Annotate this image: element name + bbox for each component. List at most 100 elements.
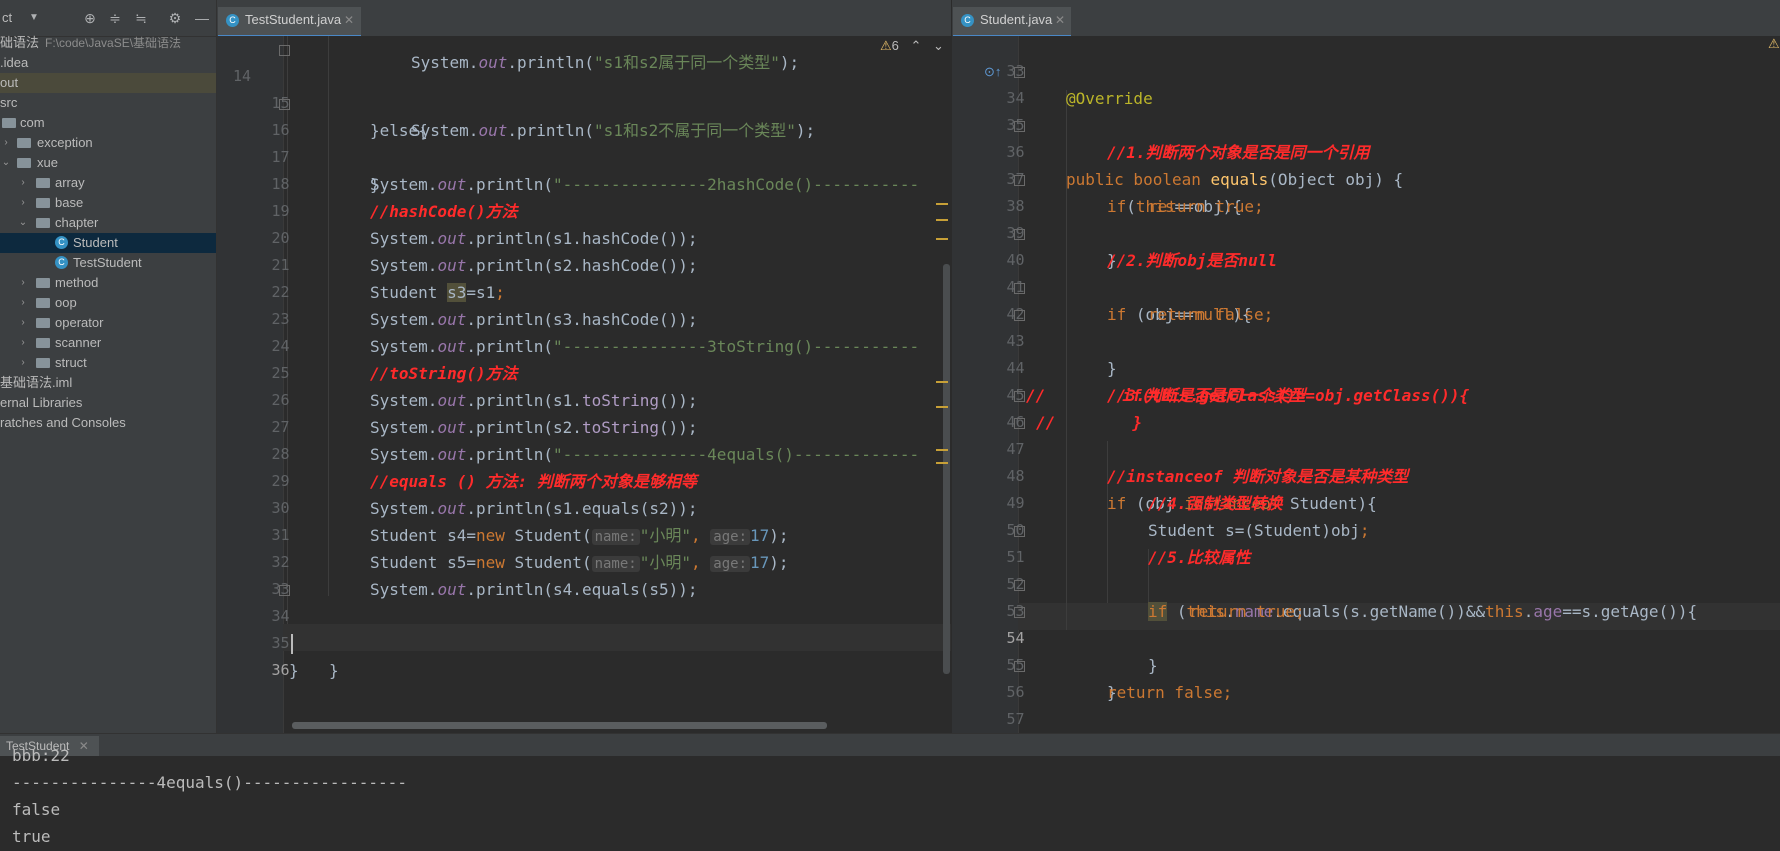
fold-marker-icon[interactable] [1014, 391, 1025, 402]
fold-marker-icon[interactable] [1014, 526, 1025, 537]
chevron-down-icon[interactable]: ▼ [24, 8, 44, 28]
fold-marker-icon[interactable] [279, 585, 290, 596]
tree-item-external-libraries[interactable]: ernal Libraries [0, 393, 216, 413]
tree-item-struct[interactable]: › struct [0, 353, 216, 373]
code-text: .println( [466, 175, 554, 194]
warning-marker[interactable] [936, 449, 948, 451]
vertical-scrollbar[interactable] [943, 264, 950, 674]
minimize-icon[interactable]: — [192, 8, 212, 28]
close-icon[interactable]: ✕ [79, 739, 89, 753]
chevron-right-icon[interactable]: › [17, 353, 29, 373]
fold-marker-icon[interactable] [1014, 661, 1025, 672]
warning-marker[interactable] [936, 381, 948, 383]
warning-marker[interactable] [936, 406, 948, 408]
code-text: (Object obj) { [1268, 170, 1404, 189]
line-number: 34 [271, 607, 290, 625]
chevron-right-icon[interactable]: › [17, 193, 29, 213]
code-text: ); [795, 121, 816, 140]
fold-marker-icon[interactable] [1014, 607, 1025, 618]
chevron-right-icon[interactable]: › [0, 133, 12, 153]
line-number: 28 [271, 445, 290, 463]
tree-item-label: scanner [55, 335, 102, 350]
fold-marker-icon[interactable] [279, 45, 290, 56]
collapse-all-icon[interactable]: ≒ [131, 8, 151, 28]
line-number: 51 [1006, 548, 1025, 566]
tree-item-chapter[interactable]: ⌄ chapter [0, 213, 216, 233]
tree-item-iml[interactable]: 基础语法.iml [0, 373, 216, 393]
tree-item-root[interactable]: 础语法 F:\code\JavaSE\基础语法 [0, 33, 216, 53]
warning-icon[interactable]: ⚠ [1768, 36, 1780, 52]
tree-item-scanner[interactable]: › scanner [0, 333, 216, 353]
warning-marker[interactable] [936, 238, 948, 240]
chevron-down-icon[interactable]: ⌄ [933, 38, 944, 53]
fold-marker-icon[interactable] [1014, 418, 1025, 429]
tree-item-idea[interactable]: .idea [0, 53, 216, 73]
tree-item-method[interactable]: › method [0, 273, 216, 293]
code-text: , [691, 553, 701, 572]
chevron-up-icon[interactable]: ⌃ [911, 38, 922, 53]
fold-marker-icon[interactable] [1014, 310, 1025, 321]
class-icon: C [961, 14, 974, 27]
code-text: @Override [1066, 89, 1153, 108]
tree-item-label: oop [55, 295, 77, 310]
code-text: ; [1263, 305, 1274, 324]
line-number: 20 [271, 229, 290, 247]
tab-teststudent[interactable]: C TestStudent.java ✕ [218, 7, 361, 38]
fold-marker-icon[interactable] [1014, 67, 1025, 78]
code-line: 46 //instanceof 判断对象是否是某种类型 [952, 382, 1408, 486]
chevron-right-icon[interactable]: › [17, 333, 29, 353]
chevron-right-icon[interactable]: › [17, 293, 29, 313]
inspection-widget[interactable]: ⚠6 ⌃ ⌄ [880, 38, 944, 54]
override-icon[interactable]: ⊙↑ [984, 58, 1001, 85]
tree-item-com[interactable]: com [0, 113, 216, 133]
code-text: out [437, 175, 467, 194]
tree-item-teststudent[interactable]: C TestStudent [0, 253, 216, 273]
console-line: false [12, 800, 61, 819]
chevron-right-icon[interactable]: › [17, 313, 29, 333]
tree-item-out[interactable]: out [0, 73, 216, 93]
fold-marker-icon[interactable] [1014, 580, 1025, 591]
chevron-right-icon[interactable]: › [17, 173, 29, 193]
warning-marker[interactable] [936, 462, 948, 464]
fold-marker-icon[interactable] [1014, 175, 1025, 186]
chevron-down-icon[interactable]: ⌄ [0, 153, 12, 173]
tree-item-src[interactable]: src [0, 93, 216, 113]
chevron-right-icon[interactable]: › [17, 273, 29, 293]
chevron-down-icon[interactable]: ⌄ [17, 213, 29, 233]
class-icon: C [226, 14, 239, 27]
left-code-editor[interactable]: ⚠6 ⌃ ⌄ System.out.println("s1和s2属于同一个类型"… [217, 36, 951, 733]
code-comment: //hashCode()方法 [370, 202, 518, 221]
project-panel-title[interactable]: ct [2, 10, 12, 25]
close-icon[interactable]: ✕ [1055, 7, 1065, 33]
fold-marker-icon[interactable] [1014, 229, 1025, 240]
tree-item-operator[interactable]: › operator [0, 313, 216, 333]
horizontal-scrollbar[interactable] [292, 722, 827, 729]
code-text: age [1533, 602, 1563, 621]
tab-student[interactable]: C Student.java ✕ [953, 7, 1071, 38]
fold-marker-icon[interactable] [1014, 121, 1025, 132]
right-code-editor[interactable]: ⚠ 33 @Override 34 ⊙↑ public boolean equa… [952, 36, 1780, 733]
code-comment: //equals () 方法: 判断两个对象是够相等 [370, 472, 697, 491]
tree-item-scratches[interactable]: ratches and Consoles [0, 413, 216, 433]
locate-icon[interactable]: ⊕ [80, 8, 100, 28]
tree-item-array[interactable]: › array [0, 173, 216, 193]
tree-item-oop[interactable]: › oop [0, 293, 216, 313]
fold-marker-icon[interactable] [1014, 283, 1025, 294]
code-text: "---------------2hashCode()----------- [553, 175, 920, 194]
code-line: 43 //3.判断是否是同一个类型 [952, 301, 1306, 405]
fold-marker-icon[interactable] [279, 99, 290, 110]
expand-all-icon[interactable]: ≑ [105, 8, 125, 28]
tree-item-base[interactable]: › base [0, 193, 216, 213]
tree-item-student[interactable]: C Student [0, 233, 216, 253]
code-line: 36 if(this==obj){ [952, 112, 1242, 216]
warning-marker[interactable] [936, 219, 948, 221]
code-text: ; [1359, 521, 1370, 540]
warning-marker[interactable] [936, 203, 948, 205]
code-line: 22 System.out.println(s3.hashCode()); [217, 252, 697, 329]
tree-item-exception[interactable]: › exception [0, 133, 216, 153]
tree-item-xue[interactable]: ⌄ xue [0, 153, 216, 173]
gear-icon[interactable]: ⚙ [165, 8, 185, 28]
run-console[interactable]: bbb:22 ---------------4equals()---------… [0, 746, 1780, 851]
close-icon[interactable]: ✕ [344, 7, 354, 33]
code-line: 23 System.out.println("---------------3t… [217, 279, 919, 356]
